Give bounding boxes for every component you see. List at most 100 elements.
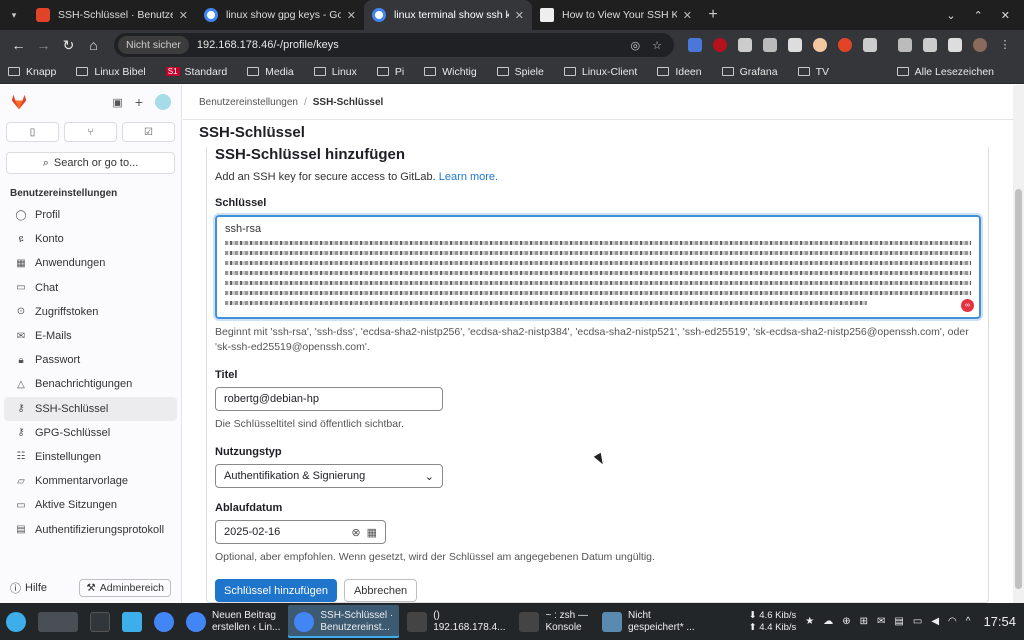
eye-off-icon[interactable]: ◎ bbox=[631, 39, 641, 52]
sidebar-item-active-sessions[interactable]: ▭ Aktive Sitzungen bbox=[4, 493, 177, 517]
file-manager-icon[interactable] bbox=[122, 611, 142, 632]
add-key-button[interactable]: Schlüssel hinzufügen bbox=[215, 579, 337, 602]
tab-ssh-search[interactable]: linux terminal show ssh key ✕ bbox=[364, 0, 532, 30]
update-icon[interactable]: ⊕ bbox=[842, 616, 850, 627]
clipboard-icon[interactable]: ▤ bbox=[894, 616, 903, 627]
bookmark-linux-bibel[interactable]: Linux Bibel bbox=[76, 66, 146, 78]
key-textarea[interactable]: ssh-rsa ∞ bbox=[215, 215, 981, 319]
bookmark-grafana[interactable]: Grafana bbox=[721, 66, 778, 78]
page-scrollbar[interactable] bbox=[1013, 85, 1024, 603]
help-button[interactable]: ⓘ Hilfe bbox=[10, 580, 47, 596]
home-icon[interactable]: ⌂ bbox=[81, 37, 106, 53]
tab-gpg-search[interactable]: linux show gpg keys - Goog ✕ bbox=[196, 0, 364, 30]
bookmark-star-icon[interactable]: ☆ bbox=[652, 39, 662, 52]
network-monitor[interactable]: ⬇ 4.6 Kib/s ⬆ 4.4 Kib/s bbox=[749, 610, 797, 634]
cancel-button[interactable]: Abbrechen bbox=[343, 579, 418, 602]
puzzle-icon[interactable] bbox=[863, 38, 877, 52]
usage-type-select[interactable]: Authentifikation & Signierung ⌄ bbox=[215, 464, 443, 488]
menu-icon[interactable]: ⋮ bbox=[998, 38, 1012, 52]
profile-avatar[interactable] bbox=[973, 38, 987, 52]
search-button[interactable]: ⌕ Search or go to... bbox=[6, 152, 175, 174]
clear-icon[interactable]: ⊗ bbox=[351, 526, 360, 539]
chrome-icon[interactable] bbox=[154, 611, 174, 632]
app-launcher-icon[interactable] bbox=[6, 611, 26, 632]
grammar-checker-icon[interactable]: ∞ bbox=[961, 299, 974, 312]
task-unsaved[interactable]: Nicht gespeichert* ... bbox=[596, 605, 701, 638]
sidebar-toggle-icon[interactable]: ▣ bbox=[112, 96, 122, 109]
clock[interactable]: 17:54 bbox=[983, 614, 1016, 629]
todo-shortcut-icon[interactable]: ☑ bbox=[122, 122, 175, 142]
bookmark-knapp[interactable]: Knapp bbox=[8, 66, 56, 78]
back-icon[interactable]: ← bbox=[6, 37, 31, 53]
address-bar[interactable]: Nicht sicher 192.168.178.46/-/profile/ke… bbox=[114, 33, 674, 57]
task-terminal-remote[interactable]: () 192.168.178.4... bbox=[401, 605, 511, 638]
bookmark-wichtig[interactable]: Wichtig bbox=[424, 66, 477, 78]
admin-area-button[interactable]: ⚒ Adminbereich bbox=[79, 579, 171, 597]
mail-icon[interactable]: ✉ bbox=[877, 616, 885, 627]
weather-icon[interactable]: ☁ bbox=[823, 616, 833, 627]
plus-icon[interactable]: + bbox=[135, 94, 143, 110]
tray-expand-icon[interactable]: ^ bbox=[966, 616, 971, 627]
extension-icon[interactable] bbox=[763, 38, 777, 52]
task-konsole[interactable]: ~ : zsh — Konsole bbox=[513, 605, 594, 638]
bookmark-standard[interactable]: S1 Standard bbox=[165, 66, 227, 78]
tab-search-icon[interactable]: ▾ bbox=[0, 0, 28, 30]
extension-icon[interactable] bbox=[813, 38, 827, 52]
breadcrumb-current[interactable]: SSH-Schlüssel bbox=[313, 97, 384, 108]
bookmark-media[interactable]: Media bbox=[247, 66, 294, 78]
chevron-down-icon[interactable]: ⌄ bbox=[946, 9, 955, 22]
volume-icon[interactable]: ◀ bbox=[931, 616, 939, 627]
avatar[interactable] bbox=[155, 94, 171, 110]
gitlab-logo-icon[interactable] bbox=[10, 94, 28, 110]
new-tab-button[interactable]: + bbox=[700, 0, 726, 30]
bookmark-linux[interactable]: Linux bbox=[313, 66, 357, 78]
sidebar-item-emails[interactable]: ✉ E-Mails bbox=[4, 324, 177, 348]
sidebar-item-notifications[interactable]: △ Benachrichtigungen bbox=[4, 372, 177, 396]
sidebar-item-chat[interactable]: ▭ Chat bbox=[4, 276, 177, 300]
sidebar-item-applications[interactable]: ▦ Anwendungen bbox=[4, 251, 177, 275]
sidebar-item-auth-log[interactable]: ▤ Authentifizierungsprotokoll bbox=[4, 517, 177, 541]
terminal-icon[interactable] bbox=[90, 611, 110, 632]
restore-icon[interactable]: ⌃ bbox=[974, 9, 983, 22]
extension-icon[interactable] bbox=[838, 38, 852, 52]
security-badge[interactable]: Nicht sicher bbox=[118, 36, 189, 54]
issues-shortcut-icon[interactable]: ▯ bbox=[6, 122, 59, 142]
url-text[interactable]: 192.168.178.46/-/profile/keys bbox=[197, 39, 631, 51]
scrollbar-thumb[interactable] bbox=[1015, 189, 1022, 589]
tab-how-to-view[interactable]: How to View Your SSH Keys ✕ bbox=[532, 0, 700, 30]
bitwarden-extension-icon[interactable] bbox=[788, 38, 802, 52]
close-window-icon[interactable]: ✕ bbox=[1001, 9, 1010, 22]
bookmark-ideen[interactable]: Ideen bbox=[657, 66, 702, 78]
sidebar-item-ssh-keys[interactable]: ⚷ SSH-Schlüssel bbox=[4, 396, 177, 421]
tab-ssh-keys[interactable]: SSH-Schlüssel · Benutzerein ✕ bbox=[28, 0, 196, 30]
media-icon[interactable] bbox=[898, 38, 912, 52]
merge-requests-shortcut-icon[interactable]: ⑂ bbox=[64, 122, 117, 142]
calendar-icon[interactable]: ▦ bbox=[367, 526, 377, 539]
disk-icon[interactable]: ▭ bbox=[913, 616, 922, 627]
extension-icon[interactable] bbox=[738, 38, 752, 52]
close-icon[interactable]: ✕ bbox=[515, 9, 524, 22]
desktop-pager[interactable] bbox=[38, 611, 78, 632]
expiry-date-input[interactable]: 2025-02-16 ⊗ ▦ bbox=[215, 520, 386, 544]
star-icon[interactable]: ★ bbox=[805, 616, 814, 627]
breadcrumb-parent[interactable]: Benutzereinstellungen bbox=[199, 97, 298, 108]
translate-extension-icon[interactable] bbox=[688, 38, 702, 52]
sidepanel-icon[interactable] bbox=[948, 38, 962, 52]
bookmark-spiele[interactable]: Spiele bbox=[496, 66, 544, 78]
sidebar-item-comment-templates[interactable]: ▱ Kommentarvorlage bbox=[4, 469, 177, 493]
task-neuer-beitrag[interactable]: Neuen Beitrag erstellen ‹ Lin... bbox=[180, 605, 286, 638]
ublock-extension-icon[interactable] bbox=[713, 38, 727, 52]
close-icon[interactable]: ✕ bbox=[347, 9, 356, 22]
sidebar-item-preferences[interactable]: ☷ Einstellungen bbox=[4, 445, 177, 469]
download-icon[interactable] bbox=[923, 38, 937, 52]
reload-icon[interactable]: ↻ bbox=[56, 37, 81, 54]
all-bookmarks[interactable]: Alle Lesezeichen bbox=[896, 66, 994, 78]
discover-icon[interactable]: ⊞ bbox=[860, 616, 868, 627]
sidebar-item-access-tokens[interactable]: ⊙ Zugriffstoken bbox=[4, 300, 177, 324]
sidebar-item-profile[interactable]: ◯ Profil bbox=[4, 203, 177, 227]
bookmark-pi[interactable]: Pi bbox=[376, 66, 404, 78]
bookmark-tv[interactable]: TV bbox=[797, 66, 829, 78]
close-icon[interactable]: ✕ bbox=[179, 9, 188, 22]
close-icon[interactable]: ✕ bbox=[683, 9, 692, 22]
sidebar-item-gpg-keys[interactable]: ⚷ GPG-Schlüssel bbox=[4, 421, 177, 445]
